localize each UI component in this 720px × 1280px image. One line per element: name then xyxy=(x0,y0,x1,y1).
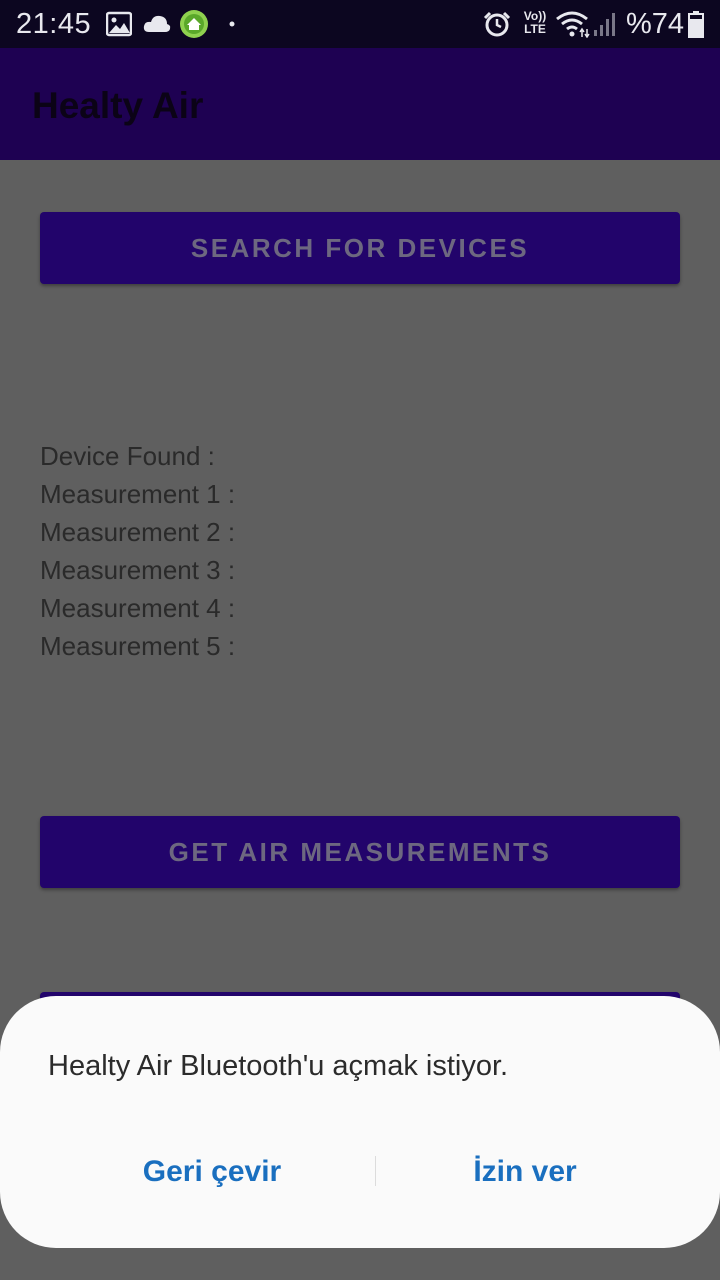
status-time: 21:45 xyxy=(16,8,92,40)
wifi-icon xyxy=(556,11,590,38)
app-title: Healty Air xyxy=(32,85,204,126)
deny-button[interactable]: Geri çevir xyxy=(92,1154,332,1190)
device-found-label: Device Found : xyxy=(40,441,215,471)
gallery-icon xyxy=(106,11,132,37)
measurement-info-list: Device Found : Measurement 1 : Measureme… xyxy=(40,437,235,665)
search-for-devices-button[interactable]: SEARCH FOR DEVICES xyxy=(40,212,680,284)
app-notification-icon xyxy=(180,10,208,38)
battery-icon xyxy=(688,11,704,38)
measurement-2-label: Measurement 2 : xyxy=(40,517,236,547)
measurement-5-label: Measurement 5 : xyxy=(40,631,236,661)
status-bar: 21:45 Vo)) LTE %74 xyxy=(0,0,720,48)
measurement-4-label: Measurement 4 : xyxy=(40,593,236,623)
get-air-measurements-button[interactable]: GET AIR MEASUREMENTS xyxy=(40,816,680,888)
cloud-icon xyxy=(143,15,171,32)
alarm-icon xyxy=(483,11,511,37)
battery-percentage: %74 xyxy=(626,8,685,40)
volte-bottom-text: LTE xyxy=(524,22,546,36)
measurement-1-label: Measurement 1 : xyxy=(40,479,236,509)
dot-icon xyxy=(229,21,235,27)
dialog-divider xyxy=(375,1156,376,1186)
dialog-message: Healty Air Bluetooth'u açmak istiyor. xyxy=(48,1050,509,1082)
bluetooth-permission-dialog: Healty Air Bluetooth'u açmak istiyor. Ge… xyxy=(0,996,720,1248)
allow-button[interactable]: İzin ver xyxy=(405,1154,645,1190)
measurement-3-label: Measurement 3 : xyxy=(40,555,236,585)
signal-icon xyxy=(594,13,615,36)
volte-icon: Vo)) LTE xyxy=(520,10,550,38)
screen: 21:45 Vo)) LTE %74 Healty Air SEARCH FOR… xyxy=(0,0,720,1280)
app-bar: Healty Air xyxy=(0,48,720,160)
